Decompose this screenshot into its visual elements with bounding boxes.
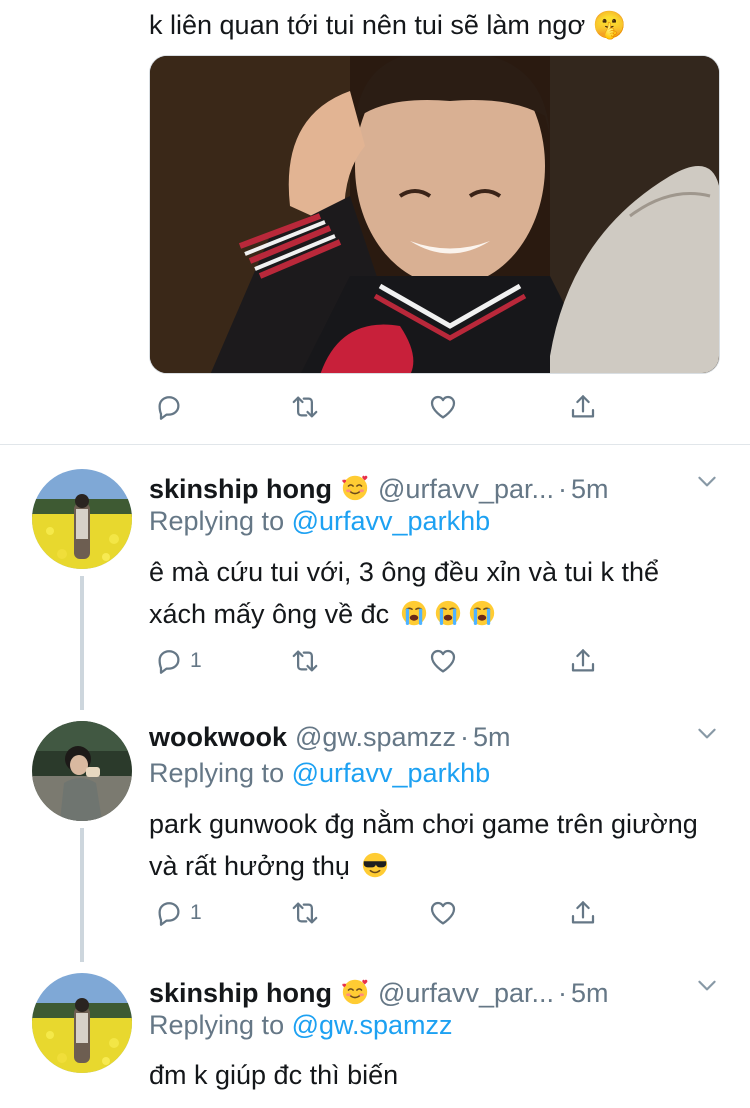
display-name[interactable]: skinship hong <box>149 472 332 506</box>
display-name[interactable]: skinship hong <box>149 976 332 1010</box>
divider <box>0 444 750 445</box>
tweet-actions: 1 <box>149 896 609 930</box>
reply-button[interactable]: 1 <box>154 896 202 930</box>
tweet-header: skinship hong @urfavv_par... · 5m <box>149 472 609 506</box>
replying-to: Replying to @gw.spamzz <box>149 1010 453 1040</box>
reply-button[interactable] <box>154 390 184 424</box>
reply-icon <box>154 898 184 928</box>
retweet-icon <box>290 646 320 676</box>
avatar[interactable] <box>32 469 132 569</box>
tweet-text: park gunwook đg nằm chơi game trên giườn… <box>149 809 698 881</box>
share-button[interactable] <box>568 896 598 930</box>
share-button[interactable] <box>568 390 598 424</box>
retweet-button[interactable] <box>290 390 320 424</box>
chevron-down-icon[interactable] <box>694 972 720 998</box>
timestamp[interactable]: 5m <box>473 720 511 754</box>
reply-icon <box>154 392 184 422</box>
heart-icon <box>428 898 458 928</box>
top-tweet-actions <box>149 390 609 424</box>
smiling-face-with-hearts-icon <box>340 472 370 502</box>
share-button[interactable] <box>568 644 598 678</box>
replying-to-link[interactable]: @gw.spamzz <box>292 1010 453 1040</box>
reply-count: 1 <box>190 901 202 924</box>
thread-line <box>80 576 84 710</box>
retweet-icon <box>290 392 320 422</box>
avatar[interactable] <box>32 721 132 821</box>
user-handle[interactable]: @urfavv_par... <box>378 472 554 506</box>
avatar[interactable] <box>32 973 132 1073</box>
share-icon <box>568 646 598 676</box>
display-name[interactable]: wookwook <box>149 720 287 754</box>
chevron-down-icon[interactable] <box>694 468 720 494</box>
reply-count: 1 <box>190 649 202 672</box>
share-icon <box>568 392 598 422</box>
retweet-button[interactable] <box>290 644 320 678</box>
like-button[interactable] <box>428 896 458 930</box>
smiling-face-with-sunglasses-icon <box>360 850 390 880</box>
reply-button[interactable]: 1 <box>154 644 202 678</box>
tweet-text: đm k giúp đc thì biến <box>149 1060 399 1090</box>
chevron-down-icon[interactable] <box>694 720 720 746</box>
tweet-header: skinship hong @urfavv_par... · 5m <box>149 976 609 1010</box>
replying-to-link[interactable]: @urfavv_parkhb <box>292 758 491 788</box>
replying-to-link[interactable]: @urfavv_parkhb <box>292 506 491 536</box>
top-tweet-text: k liên quan tới tui nên tui sẽ làm ngơ 🤫 <box>149 10 627 40</box>
loudly-crying-face-icon <box>399 598 429 628</box>
tweet-photo[interactable] <box>149 55 720 374</box>
share-icon <box>568 898 598 928</box>
retweet-icon <box>290 898 320 928</box>
heart-icon <box>428 392 458 422</box>
replying-to: Replying to @urfavv_parkhb <box>149 506 491 536</box>
loudly-crying-face-icon <box>467 598 497 628</box>
tweet-text: ê mà cứu tui với, 3 ông đều xỉn và tui k… <box>149 557 660 629</box>
user-handle[interactable]: @gw.spamzz <box>295 720 456 754</box>
reply-icon <box>154 646 184 676</box>
replying-to: Replying to @urfavv_parkhb <box>149 758 491 788</box>
timestamp[interactable]: 5m <box>571 472 609 506</box>
tweet-header: wookwook @gw.spamzz · 5m <box>149 720 511 754</box>
thread-line <box>80 828 84 962</box>
like-button[interactable] <box>428 644 458 678</box>
tweet-actions: 1 <box>149 644 609 678</box>
heart-icon <box>428 646 458 676</box>
retweet-button[interactable] <box>290 896 320 930</box>
loudly-crying-face-icon <box>433 598 463 628</box>
user-handle[interactable]: @urfavv_par... <box>378 976 554 1010</box>
timestamp[interactable]: 5m <box>571 976 609 1010</box>
smiling-face-with-hearts-icon <box>340 976 370 1006</box>
like-button[interactable] <box>428 390 458 424</box>
